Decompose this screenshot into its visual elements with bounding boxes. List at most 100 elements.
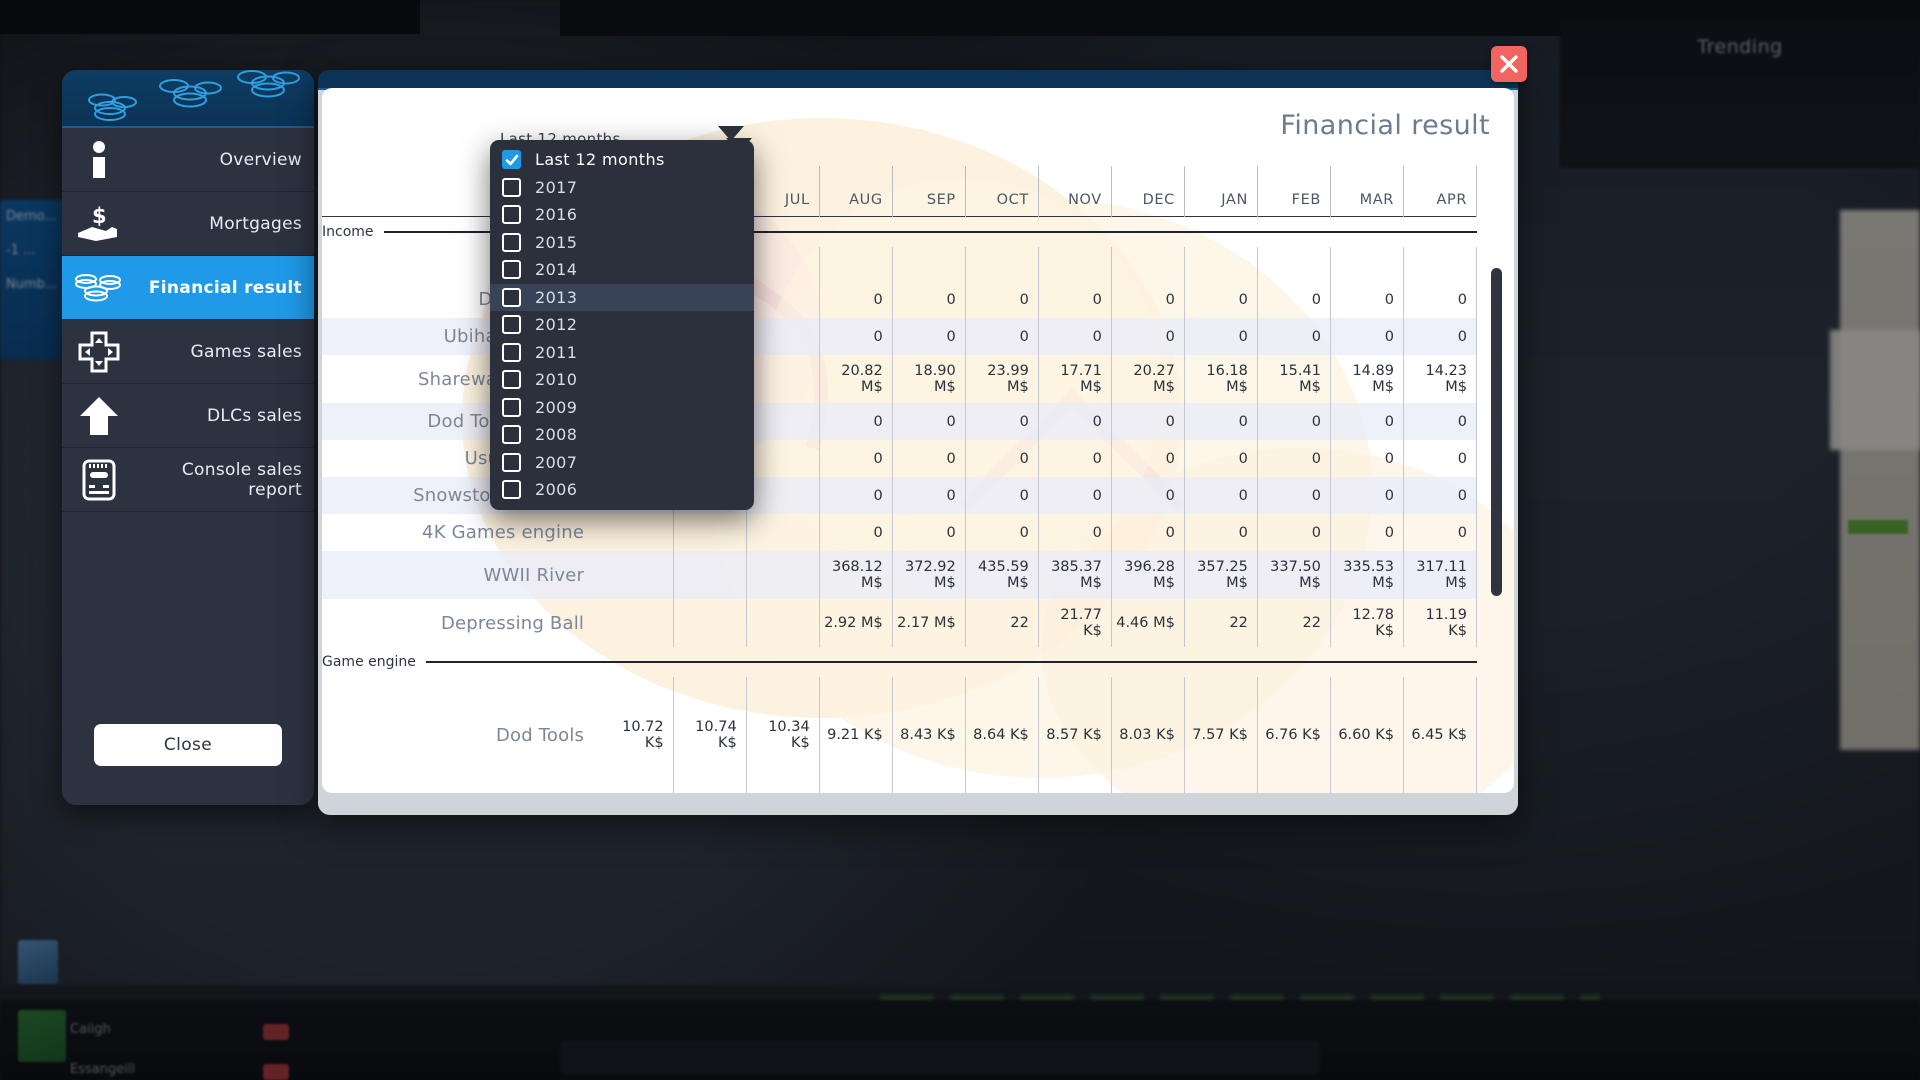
table-cell: 396.28 M$: [1111, 551, 1184, 599]
dropdown-option-label: 2006: [535, 480, 577, 499]
dropdown-option-2017[interactable]: 2017: [490, 174, 754, 202]
table-cell: 0: [1257, 514, 1330, 551]
sidebar-item-label-financial-result: Financial result: [136, 278, 314, 298]
dropdown-option-label: 2016: [535, 205, 577, 224]
sidebar-item-console-sales-report[interactable]: Console sales report: [62, 448, 314, 512]
table-cell: 15.41 M$: [1257, 355, 1330, 403]
table-cell: 0: [1038, 281, 1111, 318]
page-title: Financial result: [1280, 110, 1490, 141]
sidebar-item-mortgages[interactable]: $ Mortgages: [62, 192, 314, 256]
table-scrollbar-thumb[interactable]: [1491, 268, 1502, 596]
table-cell: 0: [1038, 403, 1111, 440]
checkbox-icon[interactable]: [502, 480, 521, 499]
table-cell: 0: [1330, 440, 1403, 477]
table-cell: [673, 514, 746, 551]
dropdown-option-2010[interactable]: 2010: [490, 366, 754, 394]
table-cell: [746, 355, 819, 403]
checkbox-icon[interactable]: [502, 178, 521, 197]
table-cell: 0: [892, 318, 965, 355]
table-cell: 0: [819, 440, 892, 477]
sidebar-item-overview[interactable]: Overview: [62, 128, 314, 192]
dropdown-option-label: 2015: [535, 233, 577, 252]
close-icon[interactable]: [1491, 46, 1527, 82]
dropdown-option-2008[interactable]: 2008: [490, 421, 754, 449]
table-cell: [746, 440, 819, 477]
dropdown-option-2007[interactable]: 2007: [490, 449, 754, 477]
checkbox-checked-icon[interactable]: [502, 150, 521, 169]
table-cell: 0: [1111, 403, 1184, 440]
table-cell: 0: [965, 403, 1038, 440]
checkbox-icon[interactable]: [502, 425, 521, 444]
table-cell: 2.17 M$: [892, 599, 965, 647]
table-section-row: Game engine: [322, 647, 1477, 677]
checkbox-icon[interactable]: [502, 343, 521, 362]
dropdown-option-2006[interactable]: 2006: [490, 476, 754, 504]
dropdown-caret-icon: [718, 126, 744, 141]
dropdown-option-2014[interactable]: 2014: [490, 256, 754, 284]
svg-text:$: $: [92, 204, 107, 228]
table-section-rule: [426, 661, 1477, 663]
period-dropdown-menu[interactable]: Last 12 months20172016201520142013201220…: [490, 140, 754, 510]
table-section-label: Income: [322, 224, 384, 240]
handheld-icon: [62, 457, 136, 503]
table-cell: 6.76 K$: [1257, 711, 1330, 759]
checkbox-icon[interactable]: [502, 370, 521, 389]
table-cell: 0: [1403, 403, 1476, 440]
dropdown-option-2011[interactable]: 2011: [490, 339, 754, 367]
finance-sidebar: Overview $ Mortgages Financial result: [62, 70, 314, 805]
table-cell: [746, 599, 819, 647]
table-cell: 17.71 M$: [1038, 355, 1111, 403]
checkbox-icon[interactable]: [502, 205, 521, 224]
table-cell: 357.25 M$: [1184, 551, 1257, 599]
table-row-label: WWII River: [322, 551, 600, 599]
table-cell: 0: [1038, 318, 1111, 355]
table-cell: 0: [1111, 318, 1184, 355]
sidebar-header: [62, 70, 314, 128]
close-button[interactable]: Close: [94, 724, 282, 766]
table-header-month: AUG: [819, 166, 892, 217]
table-cell: 0: [1257, 440, 1330, 477]
dropdown-option-label: 2010: [535, 370, 577, 389]
table-cell: 12.78 K$: [1330, 599, 1403, 647]
table-row: WWII River368.12 M$372.92 M$435.59 M$385…: [322, 551, 1477, 599]
checkbox-icon[interactable]: [502, 288, 521, 307]
table-cell: 23.99 M$: [965, 355, 1038, 403]
table-cell: 337.50 M$: [1257, 551, 1330, 599]
checkbox-icon[interactable]: [502, 398, 521, 417]
dropdown-option-2009[interactable]: 2009: [490, 394, 754, 422]
table-cell: 0: [819, 477, 892, 514]
table-cell: 0: [892, 440, 965, 477]
dropdown-option-label: 2014: [535, 260, 577, 279]
table-header-month: APR: [1403, 166, 1476, 217]
sidebar-item-label-dlcs-sales: DLCs sales: [136, 406, 314, 426]
table-cell: 368.12 M$: [819, 551, 892, 599]
checkbox-icon[interactable]: [502, 453, 521, 472]
table-cell: 0: [965, 514, 1038, 551]
table-cell: [746, 551, 819, 599]
checkbox-icon[interactable]: [502, 260, 521, 279]
sidebar-item-label-overview: Overview: [136, 150, 314, 170]
table-cell: 385.37 M$: [1038, 551, 1111, 599]
table-cell: [746, 514, 819, 551]
dropdown-option-2016[interactable]: 2016: [490, 201, 754, 229]
table-header-month: DEC: [1111, 166, 1184, 217]
table-cell: 0: [1111, 514, 1184, 551]
sidebar-item-games-sales[interactable]: Games sales: [62, 320, 314, 384]
dropdown-option-2015[interactable]: 2015: [490, 229, 754, 257]
table-cell: 7.57 K$: [1184, 711, 1257, 759]
sidebar-item-dlcs-sales[interactable]: DLCs sales: [62, 384, 314, 448]
sidebar-footer: Close: [62, 685, 314, 805]
table-cell: 0: [965, 477, 1038, 514]
sidebar-item-financial-result[interactable]: Financial result: [62, 256, 314, 320]
table-cell: 0: [819, 403, 892, 440]
table-cell: 0: [819, 318, 892, 355]
checkbox-icon[interactable]: [502, 233, 521, 252]
sidebar-item-label-mortgages: Mortgages: [136, 214, 314, 234]
table-spacer-row: [322, 677, 1477, 711]
dropdown-option-2012[interactable]: 2012: [490, 311, 754, 339]
dropdown-option-label: 2013: [535, 288, 577, 307]
checkbox-icon[interactable]: [502, 315, 521, 334]
table-cell: 0: [1330, 514, 1403, 551]
dropdown-option-last-12-months[interactable]: Last 12 months: [490, 146, 754, 174]
dropdown-option-2013[interactable]: 2013: [490, 284, 754, 312]
